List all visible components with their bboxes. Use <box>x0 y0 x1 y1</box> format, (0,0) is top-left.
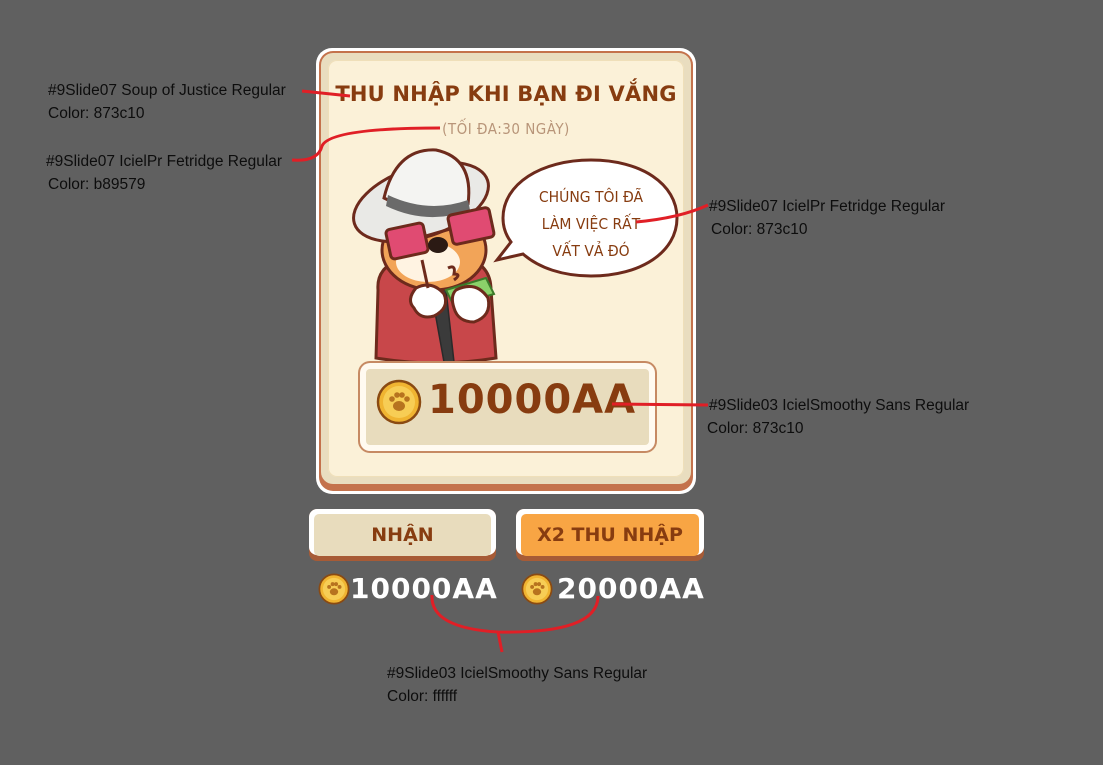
annotation-title: #9Slide07 Soup of Justice Regular Color:… <box>48 79 286 125</box>
claim-button-label: NHẬN <box>314 514 491 556</box>
double-amount: 20000AA <box>521 572 705 605</box>
double-amount-value: 20000AA <box>557 572 705 605</box>
annotation-color: Color: ffffff <box>387 688 458 705</box>
annotation-color: Color: 873c10 <box>48 105 145 122</box>
annotation-font: #9Slide03 IcielSmoothy Sans Regular <box>387 665 648 682</box>
annotation-font: #9Slide07 IcielPr Fetridge Regular <box>46 153 283 170</box>
paw-coin-icon <box>376 379 422 425</box>
speech-line: VẤT VẢ ĐÓ <box>552 242 630 260</box>
claim-amount-value: 10000AA <box>350 572 498 605</box>
speech-text: CHÚNG TÔI ĐÃ LÀM VIỆC RẤT VẤT VẢ ĐÓ <box>511 184 671 265</box>
annotation-font: #9Slide07 IcielPr Fetridge Regular <box>709 198 946 215</box>
double-earnings-button[interactable]: X2 THU NHẬP <box>516 509 704 561</box>
annotation-color: Color: 873c10 <box>711 221 808 238</box>
speech-line: CHÚNG TÔI ĐÃ <box>538 188 644 206</box>
claim-amount: 10000AA <box>318 572 498 605</box>
double-button-label: X2 THU NHẬP <box>521 514 699 556</box>
speech-line: LÀM VIỆC RẤT <box>541 215 641 233</box>
annotation-speech: #9Slide07 IcielPr Fetridge Regular Color… <box>709 195 945 241</box>
popup-title: THU NHẬP KHI BẠN ĐI VẮNG <box>335 82 677 106</box>
offline-earnings-popup: THU NHẬP KHI BẠN ĐI VẮNG (TỐI ĐA:30 NGÀY… <box>316 48 696 494</box>
annotation-font: #9Slide03 IcielSmoothy Sans Regular <box>709 397 970 414</box>
paw-coin-icon <box>521 573 553 604</box>
claim-button[interactable]: NHẬN <box>309 509 496 561</box>
annotation-font: #9Slide07 Soup of Justice Regular <box>48 82 286 99</box>
leader-line-amounts-stem <box>496 631 504 653</box>
annotation-color: Color: 873c10 <box>707 420 804 437</box>
popup-subtitle: (TỐI ĐA:30 NGÀY) <box>442 120 570 138</box>
annotation-subtitle: #9Slide07 IcielPr Fetridge Regular Color… <box>46 150 282 196</box>
annotation-amounts: #9Slide03 IcielSmoothy Sans Regular Colo… <box>387 662 647 708</box>
annotation-color: Color: b89579 <box>48 176 146 193</box>
annotation-reward: #9Slide03 IcielSmoothy Sans Regular Colo… <box>707 394 970 440</box>
paw-coin-icon <box>318 573 350 604</box>
reward-amount: 10000AA <box>428 377 637 423</box>
reward-box: 10000AA <box>360 363 655 451</box>
